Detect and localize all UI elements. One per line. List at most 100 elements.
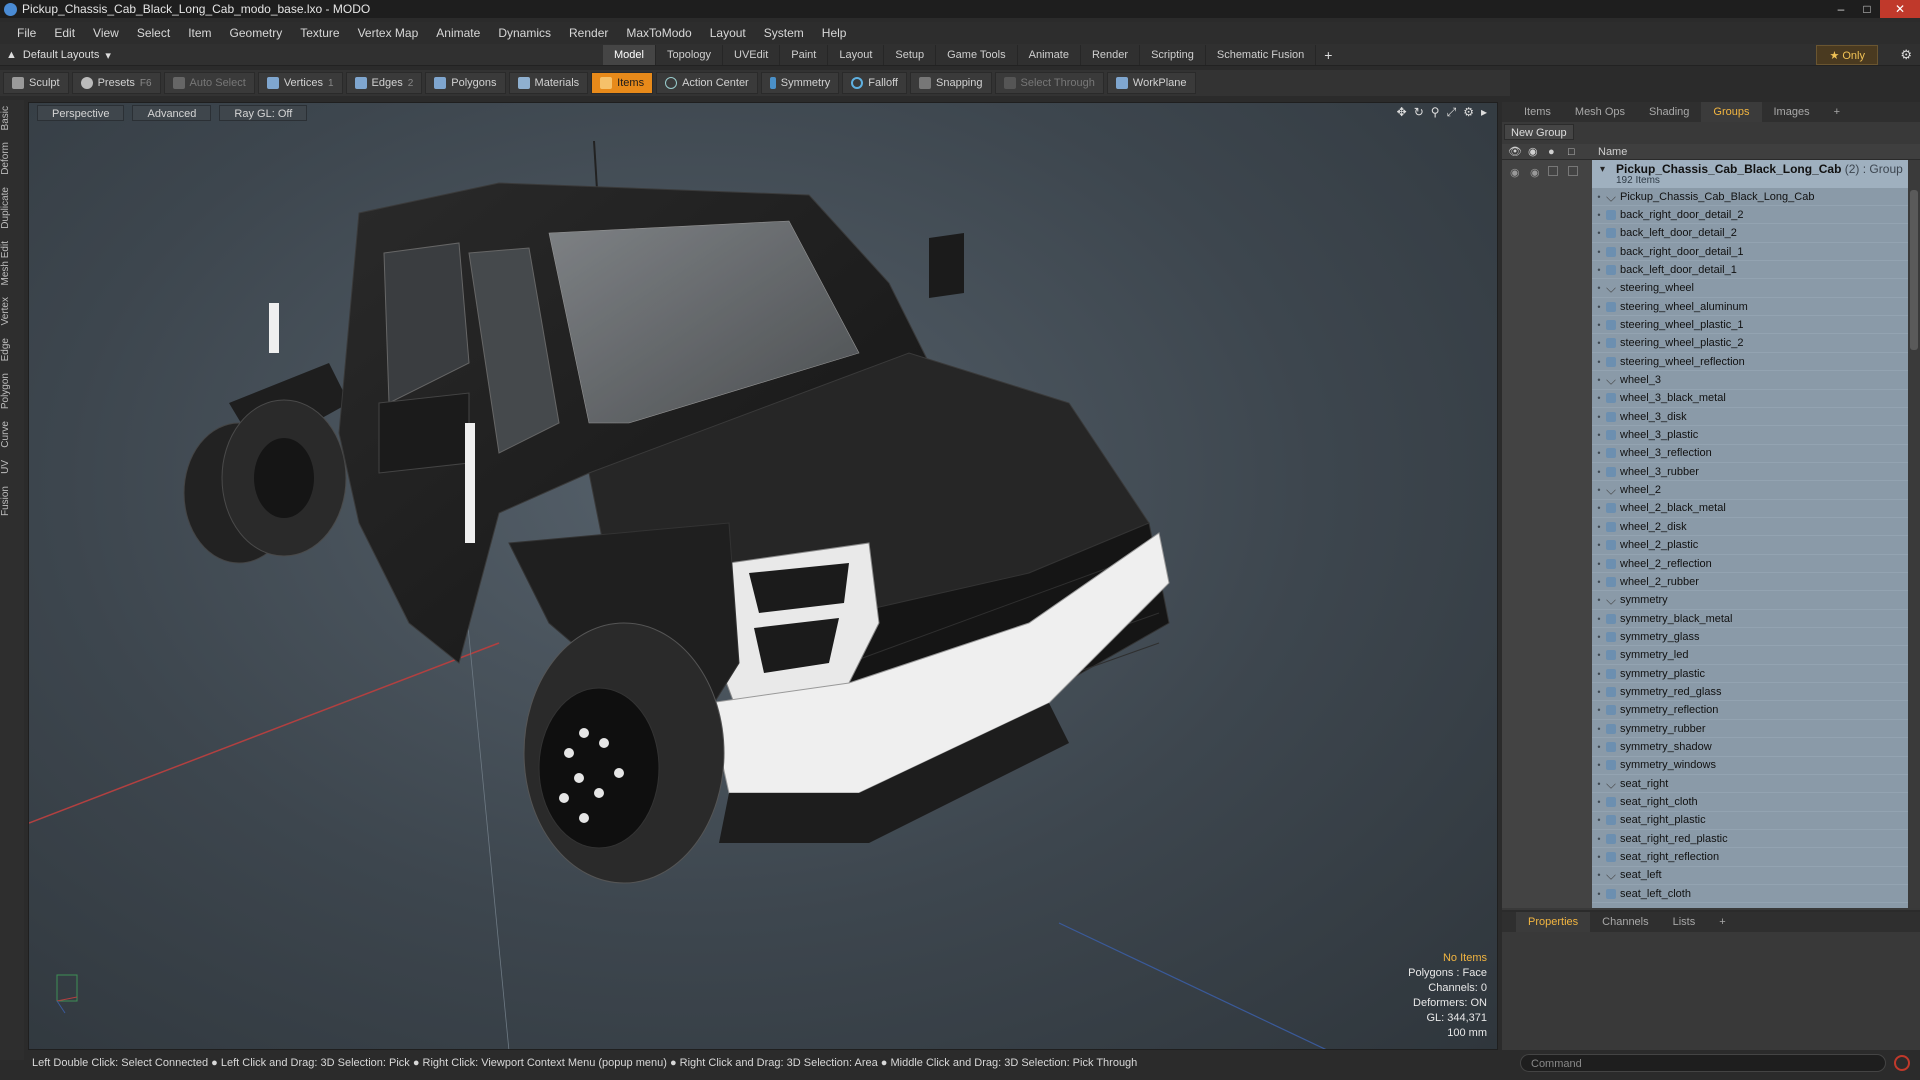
panel-tab-groups[interactable]: Groups <box>1701 102 1762 122</box>
auto-select-button[interactable]: Auto Select <box>163 72 255 94</box>
left-tab-uv[interactable]: UV <box>0 454 24 480</box>
scrollbar-thumb[interactable] <box>1910 190 1918 350</box>
panel-tab-mesh-ops[interactable]: Mesh Ops <box>1563 102 1637 122</box>
new-group-button[interactable]: New Group <box>1504 124 1574 140</box>
tab-setup[interactable]: Setup <box>884 45 937 65</box>
list-item[interactable]: • wheel_3_plastic <box>1592 427 1908 445</box>
select-through-button[interactable]: Select Through <box>994 72 1104 94</box>
render-column-icon[interactable]: ◉ <box>1528 144 1538 160</box>
properties-tab-properties[interactable]: Properties <box>1516 912 1591 932</box>
menu-item[interactable]: Item <box>179 22 220 44</box>
select-column-icon[interactable]: □ <box>1568 144 1575 160</box>
list-item[interactable]: • steering_wheel <box>1592 280 1908 298</box>
list-item[interactable]: • back_right_door_detail_2 <box>1592 206 1908 225</box>
menu-dynamics[interactable]: Dynamics <box>489 22 560 44</box>
list-item[interactable]: • back_right_door_detail_1 <box>1592 243 1908 262</box>
visibility-column-icon[interactable]: 👁 <box>1508 144 1522 160</box>
tab-topology[interactable]: Topology <box>656 45 724 65</box>
tab-model[interactable]: Model <box>603 45 656 65</box>
falloff-button[interactable]: Falloff <box>842 72 907 94</box>
list-item[interactable]: • seat_right <box>1592 775 1908 794</box>
layouts-dropdown[interactable]: ▲ Default Layouts ▾ <box>6 44 111 66</box>
menu-vertex-map[interactable]: Vertex Map <box>349 22 428 44</box>
select-toggle[interactable] <box>1568 166 1578 176</box>
menu-select[interactable]: Select <box>128 22 179 44</box>
tab-layout[interactable]: Layout <box>828 45 885 65</box>
workplane-button[interactable]: WorkPlane <box>1106 72 1196 94</box>
list-item[interactable]: • wheel_3_disk <box>1592 408 1908 427</box>
tab-animate[interactable]: Animate <box>1018 45 1081 65</box>
menu-texture[interactable]: Texture <box>291 22 348 44</box>
add-tab-icon[interactable]: + <box>1316 45 1340 65</box>
menu-edit[interactable]: Edit <box>45 22 84 44</box>
add-properties-tab-icon[interactable]: + <box>1707 912 1737 932</box>
menu-system[interactable]: System <box>755 22 813 44</box>
left-tab-mesh-edit[interactable]: Mesh Edit <box>0 235 24 291</box>
sculpt-button[interactable]: Sculpt <box>3 72 69 94</box>
panel-tab-images[interactable]: Images <box>1762 102 1822 122</box>
add-panel-tab-icon[interactable]: + <box>1822 102 1852 122</box>
list-item[interactable]: • steering_wheel_reflection <box>1592 353 1908 372</box>
list-item[interactable]: • wheel_3 <box>1592 372 1908 390</box>
gear-icon[interactable]: ⚙ <box>1900 44 1912 66</box>
lock-column-icon[interactable]: ● <box>1548 144 1555 160</box>
eye-icon[interactable]: ◉ <box>1510 166 1520 179</box>
maximize-button[interactable]: □ <box>1854 0 1880 18</box>
menu-render[interactable]: Render <box>560 22 617 44</box>
record-icon[interactable] <box>1894 1055 1910 1071</box>
polygons-button[interactable]: Polygons <box>425 72 506 94</box>
command-input[interactable]: Command <box>1520 1054 1886 1072</box>
tab-paint[interactable]: Paint <box>780 45 829 65</box>
list-item[interactable]: • seat_right_red_plastic <box>1592 830 1908 849</box>
close-button[interactable]: ✕ <box>1880 0 1920 18</box>
panel-tab-shading[interactable]: Shading <box>1637 102 1701 122</box>
menu-file[interactable]: File <box>8 22 45 44</box>
menu-view[interactable]: View <box>84 22 128 44</box>
group-list[interactable]: ◉ ◉ ▾ Pickup_Chassis_Cab_Black_Long_Cab … <box>1502 160 1920 908</box>
list-item[interactable]: • wheel_3_black_metal <box>1592 390 1908 408</box>
left-tab-polygon[interactable]: Polygon <box>0 367 24 415</box>
list-item[interactable]: • symmetry_led <box>1592 647 1908 665</box>
name-column-header[interactable]: Name <box>1598 144 1627 160</box>
panel-tab-items[interactable]: Items <box>1512 102 1563 122</box>
list-item[interactable]: • wheel_2_black_metal <box>1592 500 1908 518</box>
left-tab-curve[interactable]: Curve <box>0 415 24 454</box>
list-item[interactable]: • back_left_door_detail_2 <box>1592 225 1908 243</box>
list-item[interactable]: • wheel_2_disk <box>1592 518 1908 537</box>
left-tab-vertex[interactable]: Vertex <box>0 291 24 331</box>
menu-animate[interactable]: Animate <box>427 22 489 44</box>
edges-button[interactable]: Edges 2 <box>345 72 423 94</box>
action-center-button[interactable]: Action Center <box>656 72 758 94</box>
items-button[interactable]: Items <box>591 72 654 94</box>
left-tab-duplicate[interactable]: Duplicate <box>0 181 24 235</box>
tab-game-tools[interactable]: Game Tools <box>936 45 1018 65</box>
menu-maxtomodo[interactable]: MaxToModo <box>617 22 700 44</box>
list-item[interactable]: • symmetry_rubber <box>1592 720 1908 739</box>
render-toggle-icon[interactable]: ◉ <box>1530 166 1540 179</box>
tab-schematic-fusion[interactable]: Schematic Fusion <box>1206 45 1317 65</box>
symmetry-button[interactable]: Symmetry <box>760 72 840 94</box>
list-item[interactable]: • symmetry_glass <box>1592 628 1908 647</box>
menu-help[interactable]: Help <box>813 22 856 44</box>
properties-tab-channels[interactable]: Channels <box>1590 912 1660 932</box>
menu-layout[interactable]: Layout <box>701 22 755 44</box>
tab-scripting[interactable]: Scripting <box>1140 45 1206 65</box>
group-row[interactable]: ▾ Pickup_Chassis_Cab_Black_Long_Cab (2) … <box>1592 160 1908 188</box>
list-item[interactable]: • symmetry_windows <box>1592 757 1908 775</box>
list-item[interactable]: • wheel_2 <box>1592 482 1908 500</box>
list-item[interactable]: • steering_wheel_plastic_1 <box>1592 316 1908 335</box>
left-tab-deform[interactable]: Deform <box>0 136 24 181</box>
lock-toggle[interactable] <box>1548 166 1558 176</box>
minimize-button[interactable]: – <box>1828 0 1854 18</box>
list-item[interactable]: • symmetry_red_glass <box>1592 683 1908 702</box>
properties-tab-lists[interactable]: Lists <box>1661 912 1708 932</box>
left-tab-fusion[interactable]: Fusion <box>0 480 24 522</box>
vertices-button[interactable]: Vertices 1 <box>257 72 343 94</box>
list-item[interactable]: • wheel_3_rubber <box>1592 463 1908 482</box>
left-tab-basic[interactable]: Basic <box>0 100 24 136</box>
expand-arrow-icon[interactable]: ▾ <box>1600 164 1605 175</box>
list-item[interactable]: • symmetry_reflection <box>1592 702 1908 720</box>
list-item[interactable]: • Pickup_Chassis_Cab_Black_Long_Cab <box>1592 188 1908 206</box>
list-item[interactable]: • wheel_2_reflection <box>1592 555 1908 573</box>
tab-render[interactable]: Render <box>1081 45 1141 65</box>
